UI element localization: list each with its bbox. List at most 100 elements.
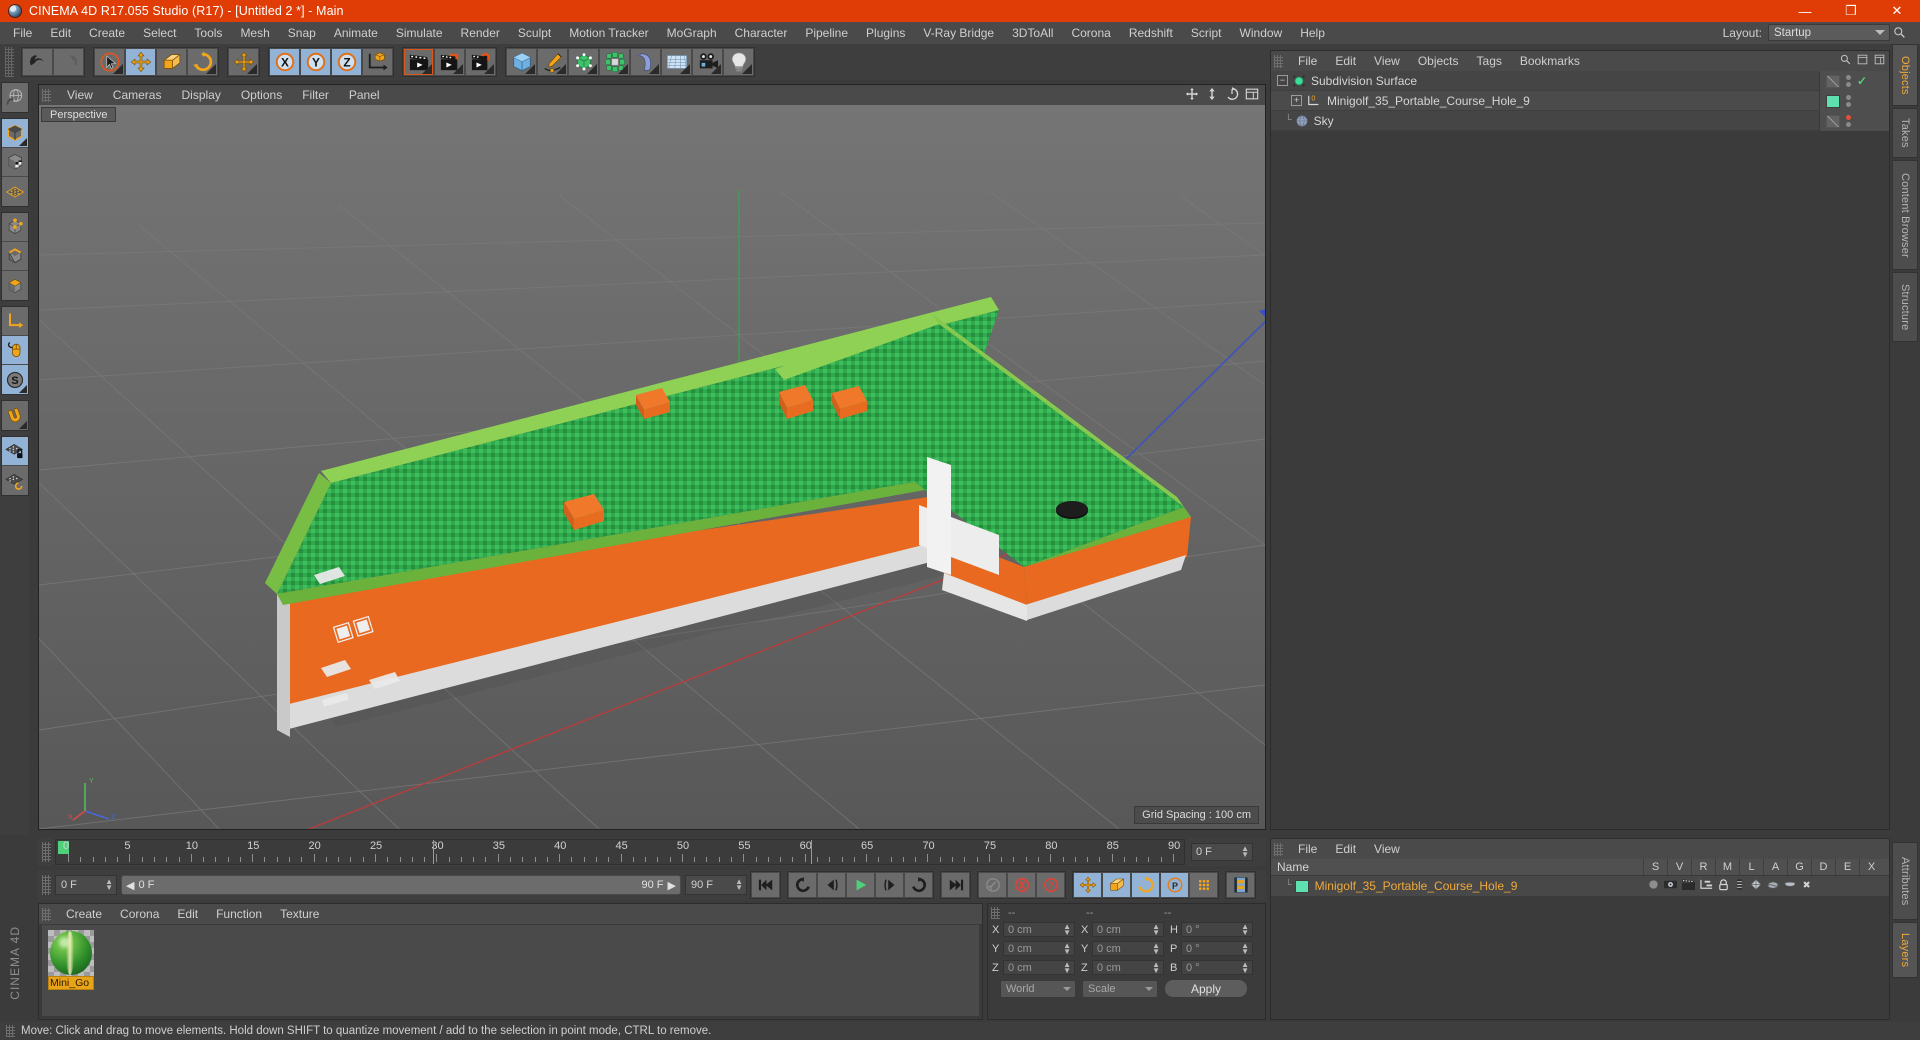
world-object-coordinates[interactable] xyxy=(362,48,393,76)
viewport-menu-cameras[interactable]: Cameras xyxy=(103,85,172,105)
stepper-icon[interactable]: ▲ ▼ xyxy=(1241,845,1249,859)
keyframe-selection-button[interactable]: ? xyxy=(1036,872,1065,898)
tab-objects[interactable]: Objects xyxy=(1892,44,1918,106)
stepper-icon[interactable]: ▲ ▼ xyxy=(1152,960,1160,974)
expand-icon[interactable]: + xyxy=(1291,95,1302,106)
animation-icon[interactable] xyxy=(1733,878,1746,894)
layer-menu-file[interactable]: File xyxy=(1289,839,1326,859)
object-menu-bookmarks[interactable]: Bookmarks xyxy=(1511,51,1589,71)
material-manager-grip[interactable] xyxy=(42,907,51,921)
material-preview-thumbnail[interactable] xyxy=(48,930,94,976)
lock-icon[interactable] xyxy=(1717,878,1730,894)
add-modeling-object-button[interactable] xyxy=(599,48,630,76)
tab-takes[interactable]: Takes xyxy=(1892,108,1918,158)
stepper-icon[interactable]: ▲ ▼ xyxy=(1063,922,1071,936)
add-generator-button[interactable] xyxy=(568,48,599,76)
coord-field-size-z[interactable]: 0 cm ▲ ▼ xyxy=(1092,960,1164,975)
menu-create[interactable]: Create xyxy=(80,22,134,44)
scale-key-button[interactable] xyxy=(1102,872,1131,898)
enable-snap-button[interactable] xyxy=(2,401,28,430)
lock-y-axis[interactable]: Y xyxy=(300,48,331,76)
material-name[interactable]: Mini_Go xyxy=(48,976,94,990)
minimize-panel-icon[interactable] xyxy=(1857,54,1868,68)
coord-field-size-x[interactable]: 0 cm ▲ ▼ xyxy=(1092,922,1164,937)
play-backwards-button[interactable] xyxy=(788,872,817,898)
object-menu-file[interactable]: File xyxy=(1289,51,1326,71)
object-axis-mode-button[interactable] xyxy=(2,307,28,336)
point-level-animation-button[interactable] xyxy=(1189,872,1218,898)
enable-axis-button[interactable]: S xyxy=(2,365,28,394)
material-list[interactable]: Mini_Go xyxy=(41,924,980,1017)
model-mode-button[interactable] xyxy=(2,119,28,148)
anim-current-frame-field[interactable]: 0 F ▲ ▼ xyxy=(55,875,117,895)
pan-icon[interactable] xyxy=(1185,87,1199,104)
menu-tools[interactable]: Tools xyxy=(185,22,231,44)
layer-menu-view[interactable]: View xyxy=(1365,839,1409,859)
coordinate-manager-grip[interactable] xyxy=(991,906,1000,919)
render-settings-button[interactable] xyxy=(465,48,496,76)
add-light-button[interactable] xyxy=(723,48,754,76)
live-selection-tool[interactable] xyxy=(94,48,125,76)
menu-sculpt[interactable]: Sculpt xyxy=(509,22,560,44)
object-menu-objects[interactable]: Objects xyxy=(1409,51,1468,71)
visibility-dots[interactable] xyxy=(1846,95,1851,107)
coord-field-rot-b[interactable]: 0 ° ▲ ▼ xyxy=(1181,960,1253,975)
stepper-icon[interactable]: ▲ ▼ xyxy=(1063,960,1071,974)
collapse-icon[interactable]: − xyxy=(1277,75,1288,86)
expressions-icon[interactable] xyxy=(1783,878,1797,894)
add-environment-button[interactable] xyxy=(661,48,692,76)
close-button[interactable]: ✕ xyxy=(1874,0,1920,22)
timeline-grip[interactable] xyxy=(42,842,51,862)
column-e[interactable]: E xyxy=(1835,859,1859,875)
material-menu-create[interactable]: Create xyxy=(57,904,111,924)
workplane-mode-button[interactable] xyxy=(2,177,28,206)
object-menu-tags[interactable]: Tags xyxy=(1468,51,1511,71)
layout-dropdown[interactable]: Startup xyxy=(1768,24,1890,41)
coord-field-size-y[interactable]: 0 cm ▲ ▼ xyxy=(1092,941,1164,956)
tab-structure[interactable]: Structure xyxy=(1892,272,1918,342)
parameter-key-button[interactable]: P xyxy=(1160,872,1189,898)
coord-field-pos-y[interactable]: 0 cm ▲ ▼ xyxy=(1003,941,1075,956)
no-material-swatch[interactable] xyxy=(1826,114,1840,128)
range-right-arrow-icon[interactable]: ▶ xyxy=(668,879,676,892)
coord-field-pos-z[interactable]: 0 cm ▲ ▼ xyxy=(1003,960,1075,975)
menu-file[interactable]: File xyxy=(4,22,41,44)
view-icon[interactable] xyxy=(1663,878,1678,894)
play-forwards-button[interactable] xyxy=(904,872,933,898)
lock-x-axis[interactable]: X xyxy=(269,48,300,76)
animation-toolbar-grip[interactable] xyxy=(42,875,51,895)
visibility-dots[interactable] xyxy=(1846,75,1851,87)
object-menu-edit[interactable]: Edit xyxy=(1326,51,1365,71)
viewport-menu-view[interactable]: View xyxy=(57,85,103,105)
render-to-picture-viewer-button[interactable] xyxy=(434,48,465,76)
column-s[interactable]: S xyxy=(1643,859,1667,875)
menu-render[interactable]: Render xyxy=(452,22,509,44)
autokeying-button[interactable] xyxy=(1007,872,1036,898)
material-menu-corona[interactable]: Corona xyxy=(111,904,168,924)
stepper-icon[interactable]: ▲ ▼ xyxy=(1241,941,1249,955)
go-to-start-button[interactable] xyxy=(751,872,780,898)
timeline-button[interactable] xyxy=(1226,872,1255,898)
layer-row[interactable]: └ Minigolf_35_Portable_Course_Hole_9 ✖ xyxy=(1271,876,1889,896)
menu-redshift[interactable]: Redshift xyxy=(1120,22,1182,44)
menu-motion-tracker[interactable]: Motion Tracker xyxy=(560,22,657,44)
coord-field-rot-p[interactable]: 0 ° ▲ ▼ xyxy=(1181,941,1253,956)
rotation-key-button[interactable] xyxy=(1131,872,1160,898)
maximize-button[interactable]: ❐ xyxy=(1828,0,1874,22)
material-menu-edit[interactable]: Edit xyxy=(168,904,207,924)
tab-content-browser[interactable]: Content Browser xyxy=(1892,160,1918,270)
render-view-button[interactable] xyxy=(403,48,434,76)
apply-button[interactable]: Apply xyxy=(1164,979,1248,998)
stepper-icon[interactable]: ▲ ▼ xyxy=(1241,922,1249,936)
material-menu-function[interactable]: Function xyxy=(207,904,271,924)
deformers-icon[interactable] xyxy=(1766,878,1780,894)
point-mode-button[interactable] xyxy=(2,213,28,242)
object-row-minigolf-course[interactable]: + 0 Minigolf_35_Portable_Course_Hole_9 xyxy=(1271,91,1889,111)
move-axis-tool[interactable] xyxy=(228,48,259,76)
menu-animate[interactable]: Animate xyxy=(325,22,387,44)
go-to-end-button[interactable] xyxy=(941,872,970,898)
viewport-solo-button[interactable] xyxy=(2,336,28,365)
add-deformer-button[interactable] xyxy=(630,48,661,76)
tab-layers[interactable]: Layers xyxy=(1892,922,1918,978)
polygon-mode-button[interactable] xyxy=(2,271,28,300)
